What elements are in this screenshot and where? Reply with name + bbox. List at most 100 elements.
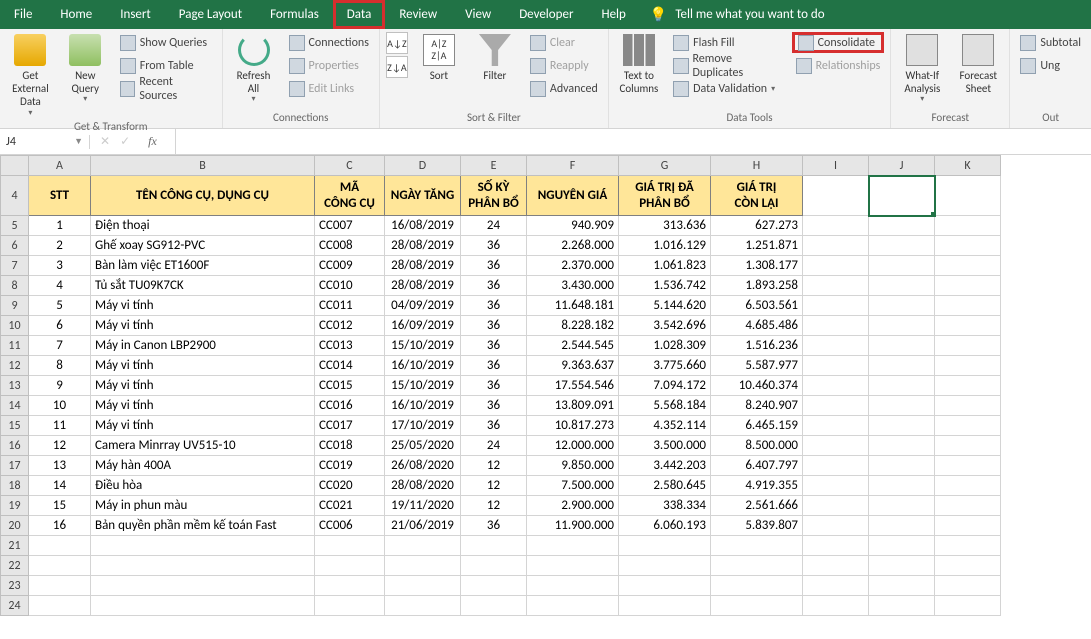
cell-B8[interactable]: Tủ sắt TU09K7CK bbox=[91, 276, 315, 296]
cell-I19[interactable] bbox=[803, 496, 869, 516]
cell-D12[interactable]: 16/10/2019 bbox=[385, 356, 461, 376]
row-head-8[interactable]: 8 bbox=[1, 276, 29, 296]
recent-sources-button[interactable]: Recent Sources bbox=[116, 78, 216, 99]
cell-I21[interactable] bbox=[803, 536, 869, 556]
cell-I11[interactable] bbox=[803, 336, 869, 356]
cell-C17[interactable]: CC019 bbox=[315, 456, 385, 476]
cell-D14[interactable]: 16/10/2019 bbox=[385, 396, 461, 416]
cell-G15[interactable]: 4.352.114 bbox=[619, 416, 711, 436]
header-cell-F[interactable]: NGUYÊN GIÁ bbox=[527, 176, 619, 216]
cell-G10[interactable]: 3.542.696 bbox=[619, 316, 711, 336]
cell-G8[interactable]: 1.536.742 bbox=[619, 276, 711, 296]
cell-I8[interactable] bbox=[803, 276, 869, 296]
show-queries-button[interactable]: Show Queries bbox=[116, 32, 216, 53]
menu-developer[interactable]: Developer bbox=[505, 0, 587, 29]
col-head-K[interactable]: K bbox=[935, 156, 1001, 176]
header-cell-B[interactable]: TÊN CÔNG CỤ, DỤNG CỤ bbox=[91, 176, 315, 216]
cell-D17[interactable]: 26/08/2020 bbox=[385, 456, 461, 476]
cell-G23[interactable] bbox=[619, 576, 711, 596]
cell-C6[interactable]: CC008 bbox=[315, 236, 385, 256]
cell-A7[interactable]: 3 bbox=[29, 256, 91, 276]
sort-asc-button[interactable]: A↓Z bbox=[386, 32, 408, 54]
from-table-button[interactable]: From Table bbox=[116, 55, 216, 76]
cell-B16[interactable]: Camera Minrray UV515-10 bbox=[91, 436, 315, 456]
cell-C20[interactable]: CC006 bbox=[315, 516, 385, 536]
col-head-A[interactable]: A bbox=[29, 156, 91, 176]
cell-K17[interactable] bbox=[935, 456, 1001, 476]
cell-J14[interactable] bbox=[869, 396, 935, 416]
cell-H16[interactable]: 8.500.000 bbox=[711, 436, 803, 456]
cell-J10[interactable] bbox=[869, 316, 935, 336]
cell-H21[interactable] bbox=[711, 536, 803, 556]
cell-F7[interactable]: 2.370.000 bbox=[527, 256, 619, 276]
cell-F10[interactable]: 8.228.182 bbox=[527, 316, 619, 336]
cancel-formula-icon[interactable]: ✕ bbox=[100, 134, 110, 149]
header-cell-I[interactable] bbox=[803, 176, 869, 216]
cell-K13[interactable] bbox=[935, 376, 1001, 396]
col-head-B[interactable]: B bbox=[91, 156, 315, 176]
header-cell-H[interactable]: GIÁ TRỊ CÒN LẠI bbox=[711, 176, 803, 216]
header-cell-C[interactable]: MÃ CÔNG CỤ bbox=[315, 176, 385, 216]
cell-F19[interactable]: 2.900.000 bbox=[527, 496, 619, 516]
cell-H19[interactable]: 2.561.666 bbox=[711, 496, 803, 516]
cell-I24[interactable] bbox=[803, 596, 869, 616]
cell-I18[interactable] bbox=[803, 476, 869, 496]
cell-A11[interactable]: 7 bbox=[29, 336, 91, 356]
cell-C13[interactable]: CC015 bbox=[315, 376, 385, 396]
cell-D10[interactable]: 16/09/2019 bbox=[385, 316, 461, 336]
menu-insert[interactable]: Insert bbox=[106, 0, 165, 29]
menu-formulas[interactable]: Formulas bbox=[256, 0, 333, 29]
refresh-all-button[interactable]: Refresh All ▾ bbox=[229, 32, 279, 105]
row-head-23[interactable]: 23 bbox=[1, 576, 29, 596]
cell-F15[interactable]: 10.817.273 bbox=[527, 416, 619, 436]
cell-I23[interactable] bbox=[803, 576, 869, 596]
subtotal-button[interactable]: Subtotal bbox=[1016, 32, 1085, 53]
cell-G13[interactable]: 7.094.172 bbox=[619, 376, 711, 396]
col-head-H[interactable]: H bbox=[711, 156, 803, 176]
cell-I12[interactable] bbox=[803, 356, 869, 376]
cell-H24[interactable] bbox=[711, 596, 803, 616]
cell-E17[interactable]: 12 bbox=[461, 456, 527, 476]
cell-F12[interactable]: 9.363.637 bbox=[527, 356, 619, 376]
cell-E14[interactable]: 36 bbox=[461, 396, 527, 416]
row-head-24[interactable]: 24 bbox=[1, 596, 29, 616]
cell-I13[interactable] bbox=[803, 376, 869, 396]
cell-G12[interactable]: 3.775.660 bbox=[619, 356, 711, 376]
row-head-9[interactable]: 9 bbox=[1, 296, 29, 316]
cell-B6[interactable]: Ghế xoay SG912-PVC bbox=[91, 236, 315, 256]
cell-D5[interactable]: 16/08/2019 bbox=[385, 216, 461, 236]
cell-F13[interactable]: 17.554.546 bbox=[527, 376, 619, 396]
advanced-filter-button[interactable]: Advanced bbox=[526, 78, 602, 99]
cell-K18[interactable] bbox=[935, 476, 1001, 496]
cell-I20[interactable] bbox=[803, 516, 869, 536]
row-head-18[interactable]: 18 bbox=[1, 476, 29, 496]
cell-G17[interactable]: 3.442.203 bbox=[619, 456, 711, 476]
cell-A23[interactable] bbox=[29, 576, 91, 596]
menu-help[interactable]: Help bbox=[587, 0, 639, 29]
forecast-sheet-button[interactable]: Forecast Sheet bbox=[953, 32, 1003, 95]
cell-G21[interactable] bbox=[619, 536, 711, 556]
cell-E19[interactable]: 12 bbox=[461, 496, 527, 516]
cell-I7[interactable] bbox=[803, 256, 869, 276]
cell-J7[interactable] bbox=[869, 256, 935, 276]
cell-E18[interactable]: 12 bbox=[461, 476, 527, 496]
cell-J24[interactable] bbox=[869, 596, 935, 616]
cell-I17[interactable] bbox=[803, 456, 869, 476]
cell-B18[interactable]: Điều hòa bbox=[91, 476, 315, 496]
cell-D24[interactable] bbox=[385, 596, 461, 616]
cell-H22[interactable] bbox=[711, 556, 803, 576]
cell-E13[interactable]: 36 bbox=[461, 376, 527, 396]
cell-H13[interactable]: 10.460.374 bbox=[711, 376, 803, 396]
cell-H15[interactable]: 6.465.159 bbox=[711, 416, 803, 436]
cell-A21[interactable] bbox=[29, 536, 91, 556]
ungroup-button[interactable]: Ung bbox=[1016, 55, 1085, 76]
cell-B15[interactable]: Máy vi tính bbox=[91, 416, 315, 436]
cell-K5[interactable] bbox=[935, 216, 1001, 236]
cell-C12[interactable]: CC014 bbox=[315, 356, 385, 376]
header-cell-G[interactable]: GIÁ TRỊ ĐÃ PHÂN BỔ bbox=[619, 176, 711, 216]
fill-handle[interactable] bbox=[931, 212, 935, 216]
cell-J16[interactable] bbox=[869, 436, 935, 456]
row-head-20[interactable]: 20 bbox=[1, 516, 29, 536]
cell-A10[interactable]: 6 bbox=[29, 316, 91, 336]
cell-A14[interactable]: 10 bbox=[29, 396, 91, 416]
